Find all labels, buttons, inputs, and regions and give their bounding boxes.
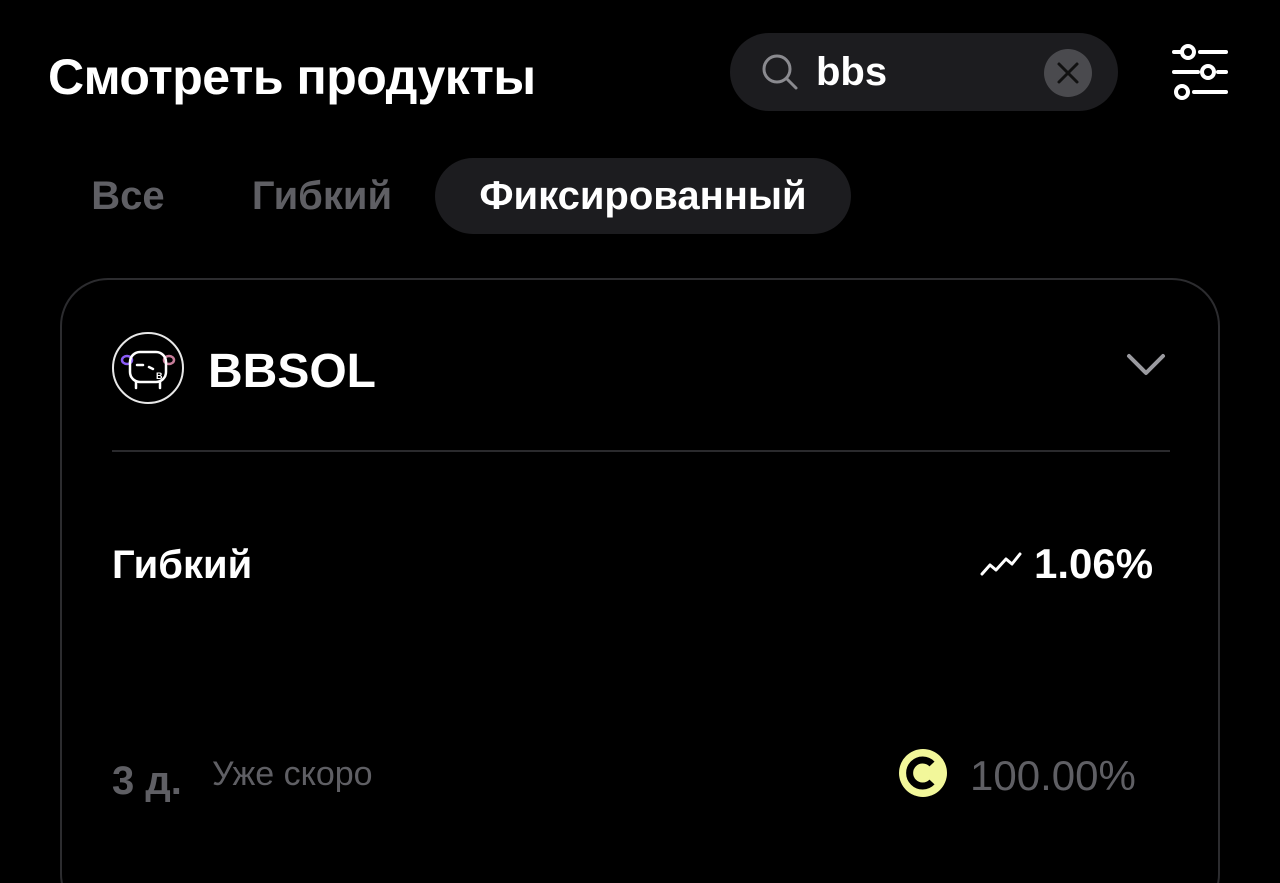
filter-button[interactable]: [1168, 42, 1232, 102]
flexible-label: Гибкий: [112, 543, 253, 587]
search-input[interactable]: [816, 47, 1036, 97]
chevron-down-icon[interactable]: [1126, 352, 1166, 378]
apr-value: 1.06%: [1034, 540, 1154, 587]
token-logo: B: [112, 332, 184, 404]
search-icon: [762, 54, 798, 90]
token-name: BBSOL: [208, 345, 376, 398]
divider: [112, 450, 1170, 452]
bbsol-token-logo: B: [120, 350, 176, 390]
page: Смотреть продукты bbs Все Гибкий Фиксиро…: [0, 0, 1280, 883]
clear-search-button[interactable]: [1044, 49, 1092, 97]
tab-all[interactable]: Все: [60, 158, 196, 234]
tab-fixed[interactable]: Фиксированный: [435, 158, 851, 234]
term-status: Уже скоро: [212, 755, 373, 793]
svg-text:B: B: [156, 371, 163, 381]
search-box[interactable]: [730, 33, 1118, 111]
tab-flexible[interactable]: Гибкий: [232, 158, 412, 234]
product-card: B BBSOL Гибкий 1.06% 3 д. Уже скоро 100.…: [60, 278, 1220, 883]
sliders-icon: [1172, 44, 1228, 100]
progress-value: 100.00%: [970, 752, 1136, 799]
coin-icon: [899, 749, 947, 797]
term-value: 3 д.: [112, 759, 182, 803]
close-icon: [1057, 62, 1079, 84]
page-title: Смотреть продукты: [48, 49, 536, 105]
trend-up-icon: [980, 552, 1022, 576]
